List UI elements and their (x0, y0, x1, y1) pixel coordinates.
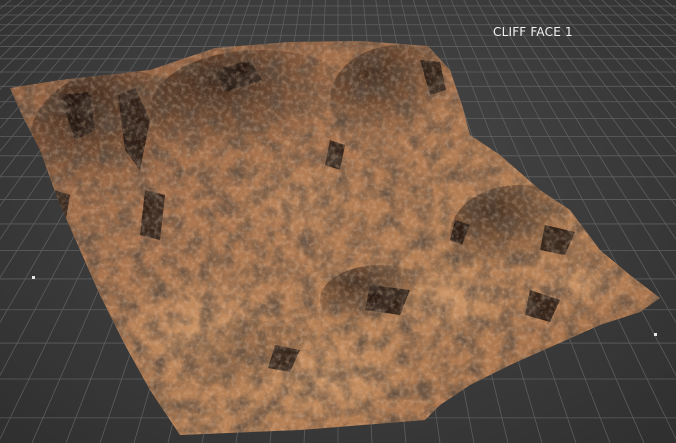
grid-line (0, 0, 75, 74)
viewport-label: CLIFF FACE 1 (493, 25, 573, 39)
grid-line (614, 0, 676, 59)
grid-line (626, 0, 676, 45)
viewport-scene[interactable] (0, 0, 676, 443)
grid-line (576, 0, 676, 109)
grid-line (564, 0, 676, 129)
grid-line (0, 0, 62, 59)
grid-line (0, 0, 12, 10)
grid-line (664, 0, 676, 10)
grid-line (0, 0, 37, 32)
grid-line (639, 0, 676, 32)
grid-line (0, 0, 50, 45)
3d-viewport[interactable]: CLIFF FACE 1 (0, 0, 676, 443)
grid-line (589, 0, 676, 91)
grid-line (601, 0, 676, 74)
